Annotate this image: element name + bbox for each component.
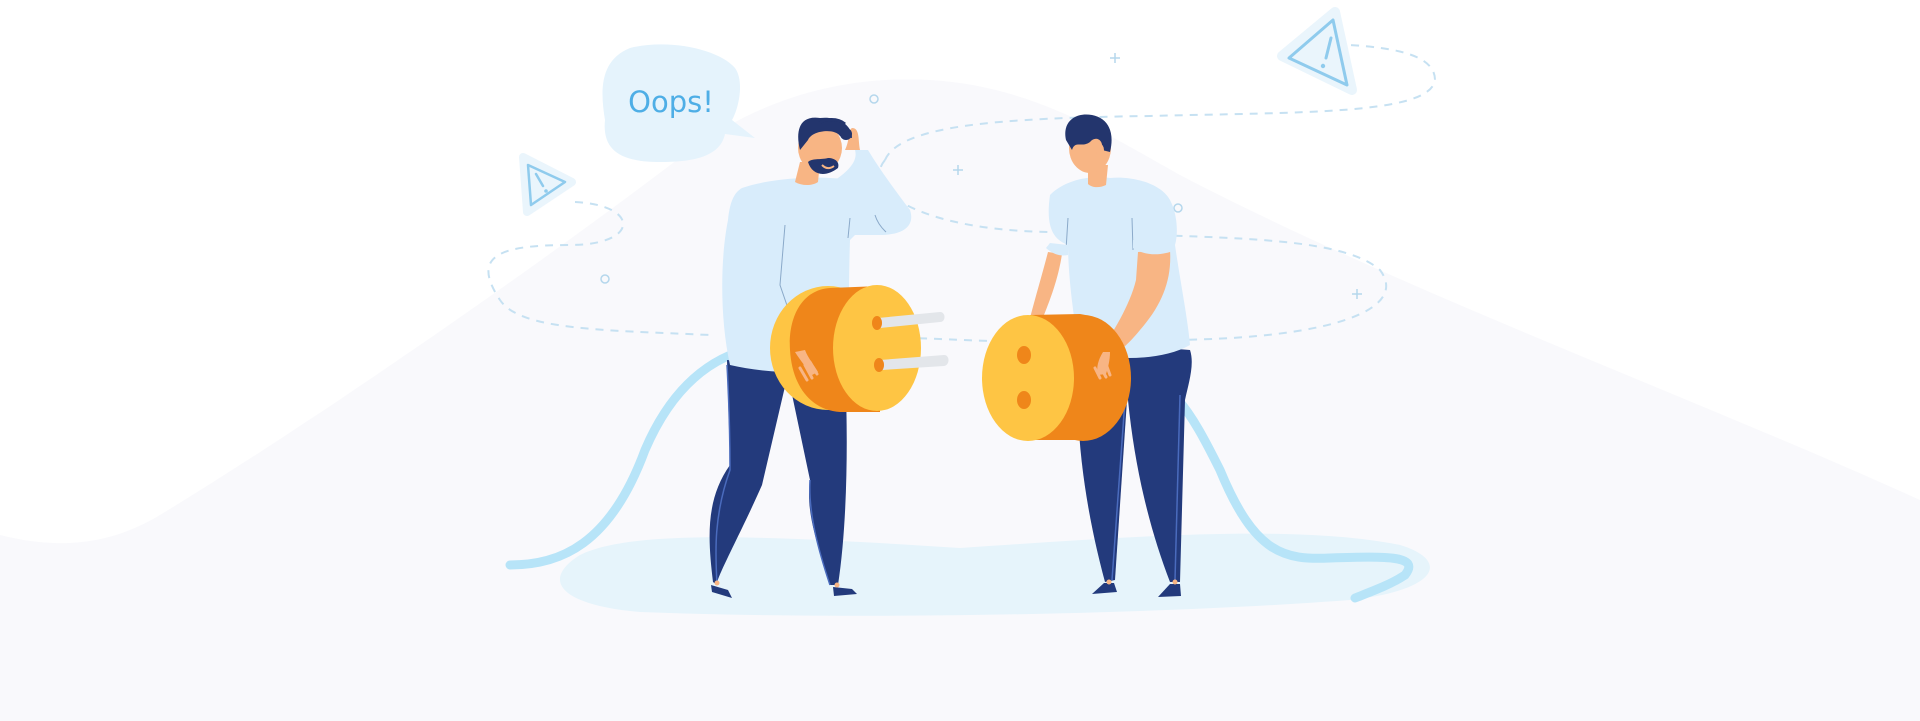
warning-triangle-icon <box>519 153 576 216</box>
error-illustration: Oops! <box>0 0 1920 721</box>
background-hill <box>0 79 1920 721</box>
socket-hole <box>1017 346 1031 364</box>
socket-hole <box>1017 391 1031 409</box>
warning-triangle-icon <box>1277 7 1357 95</box>
sparkle-plus-icon <box>1110 53 1120 63</box>
disconnected-plug-scene: Oops! <box>0 7 1920 721</box>
speech-bubble-text: Oops! <box>628 85 714 119</box>
electrical-socket-icon <box>982 314 1131 441</box>
